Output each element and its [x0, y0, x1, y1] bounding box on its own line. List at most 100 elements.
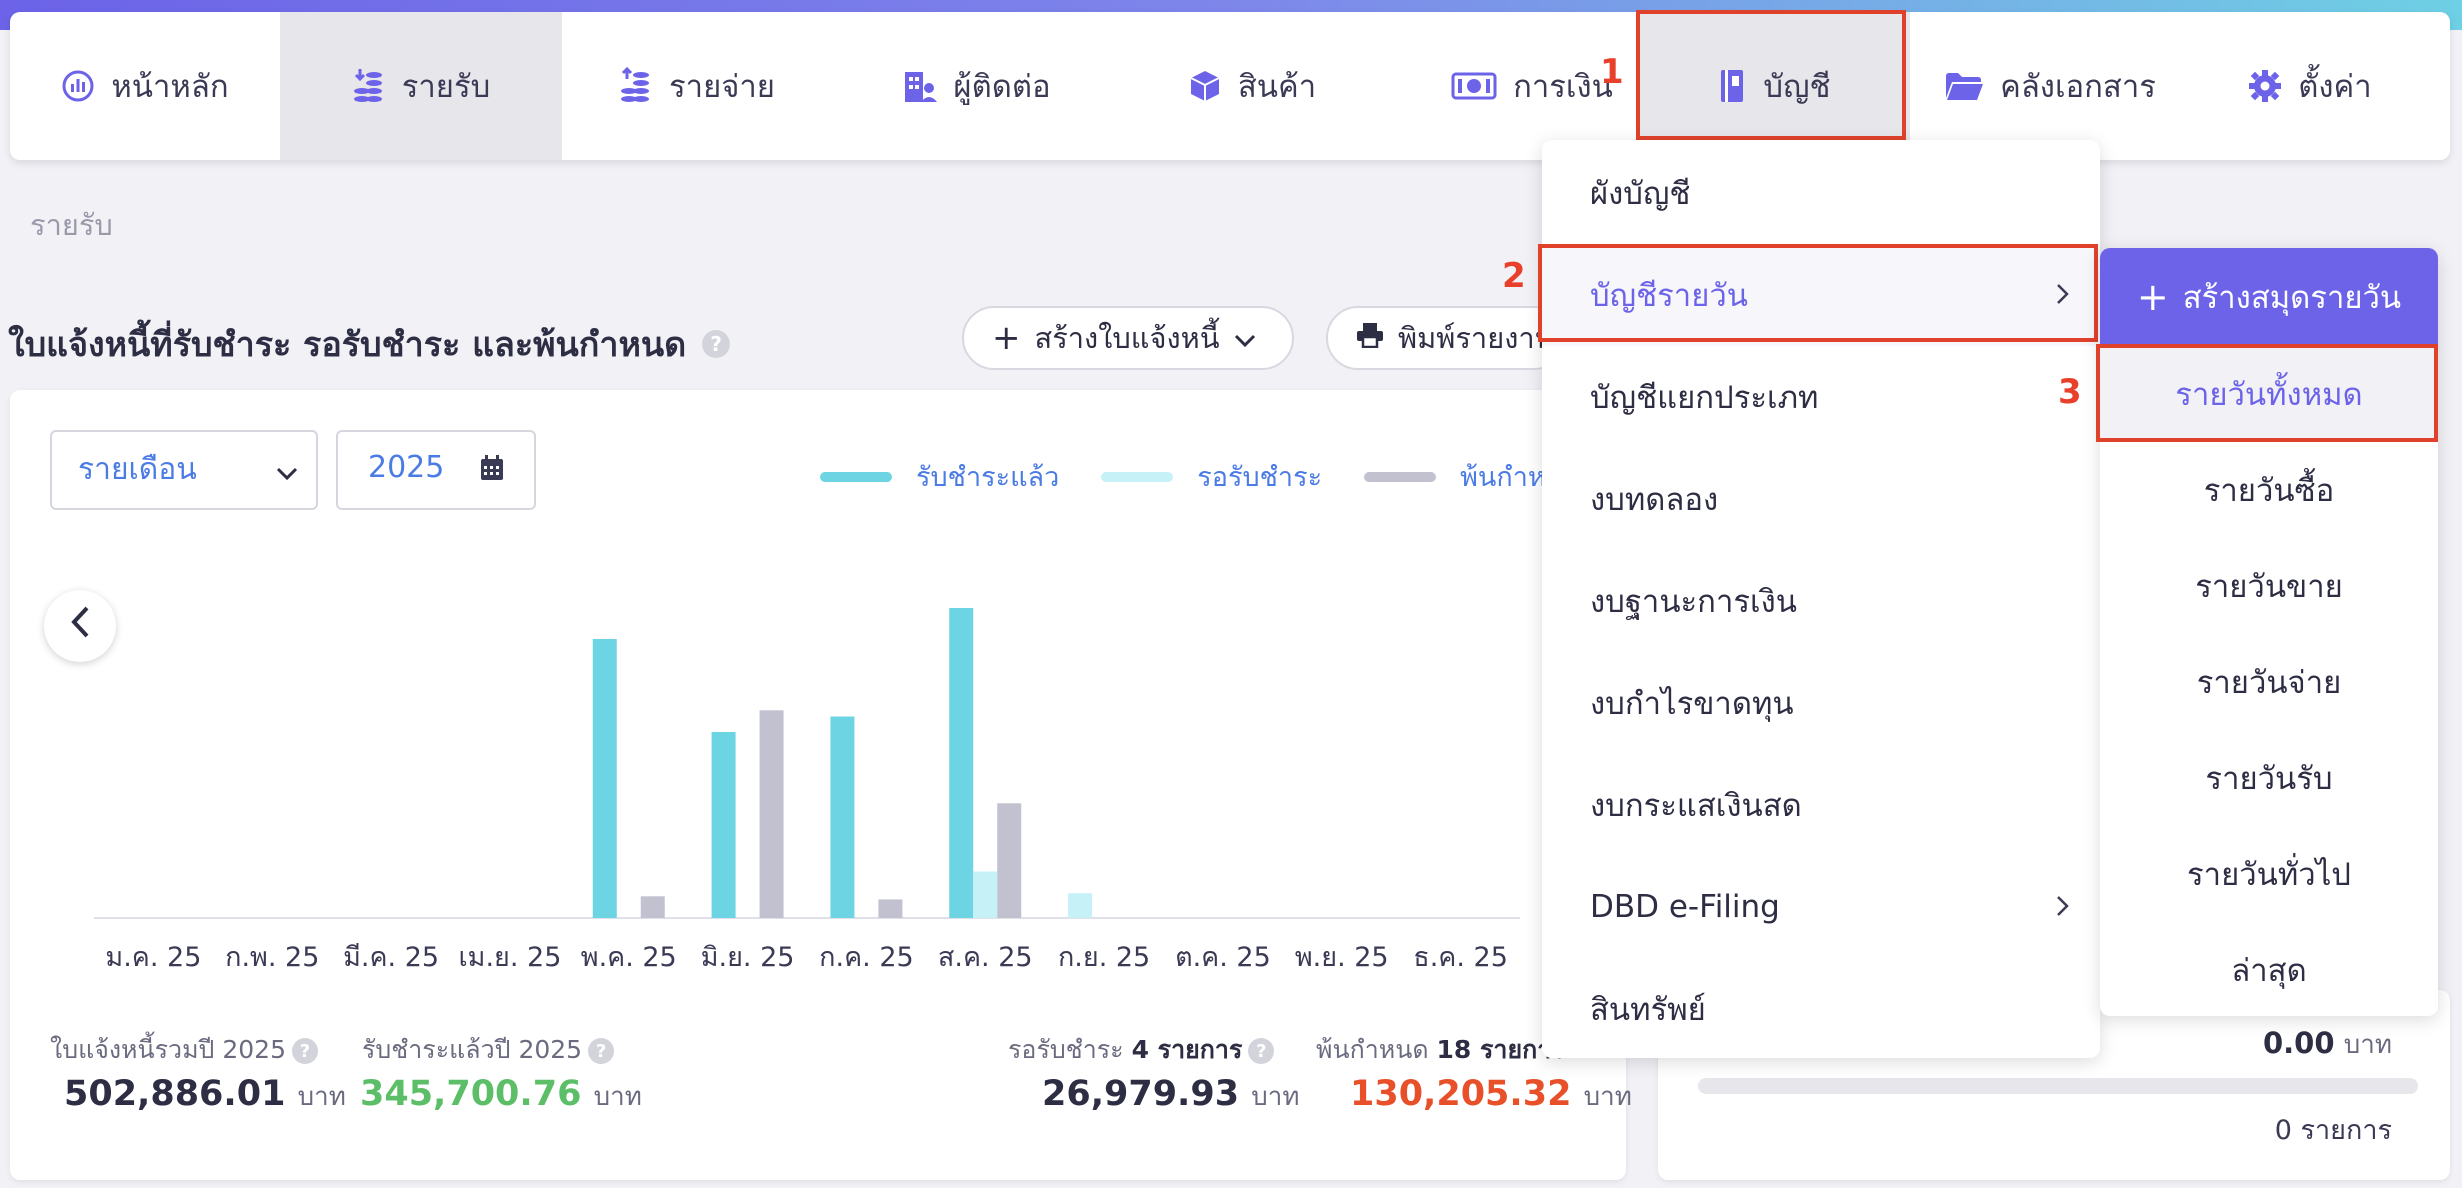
- create-invoice-button[interactable]: + สร้างใบแจ้งหนี้: [962, 306, 1294, 370]
- period-select[interactable]: รายเดือน: [50, 430, 318, 510]
- annotation-marker-1: 1: [1600, 52, 1624, 92]
- legend-swatch-paid: [820, 471, 892, 482]
- stat-unit: บาท: [1583, 1082, 1632, 1112]
- submenu-item-sales-journal[interactable]: รายวันขาย: [2100, 538, 2438, 634]
- right-summary-unit: บาท: [2343, 1030, 2392, 1060]
- stat-unit: บาท: [297, 1082, 346, 1112]
- bar-overdue[interactable]: [640, 896, 665, 918]
- chevron-down-icon: [276, 458, 298, 488]
- menu-item-label: งบกระแสเงินสด: [1590, 788, 1802, 824]
- x-tick-label: ต.ค. 25: [1175, 942, 1271, 973]
- bar-paid[interactable]: [949, 608, 974, 918]
- nav-expense[interactable]: รายจ่าย: [562, 12, 832, 160]
- folder-icon: [1944, 70, 1984, 102]
- print-report-button[interactable]: พิมพ์รายงาน: [1326, 306, 1566, 370]
- right-summary-progress: [1698, 1078, 2418, 1094]
- x-tick-label: ธ.ค. 25: [1413, 942, 1508, 973]
- year-picker[interactable]: 2025: [336, 430, 536, 510]
- submenu-item-receipt-journal[interactable]: รายวันรับ: [2100, 730, 2438, 826]
- stat-overdue-value: 130,205.32 บาท: [1350, 1074, 1632, 1117]
- submenu-item-recent[interactable]: ล่าสุด: [2100, 922, 2438, 1016]
- nav-home-label: หน้าหลัก: [111, 69, 229, 105]
- menu-item-balance-sheet[interactable]: งบฐานะการเงิน: [1542, 550, 2100, 652]
- nav-expense-label: รายจ่าย: [669, 69, 775, 105]
- nav-account-label: บัญชี: [1763, 69, 1831, 105]
- stat-overdue-amount: 130,205.32: [1350, 1074, 1572, 1114]
- bar-overdue[interactable]: [997, 803, 1022, 918]
- chevron-down-icon: [1234, 321, 1256, 355]
- menu-item-label: บัญชีแยกประเภท: [1590, 380, 1819, 416]
- bar-pending[interactable]: [1068, 893, 1093, 918]
- plus-icon: +: [2136, 275, 2169, 319]
- submenu-item-label: รายวันขาย: [2195, 569, 2343, 605]
- submenu-item-all-journals[interactable]: รายวันทั้งหมด: [2100, 346, 2438, 442]
- right-summary-amount-value: 0.00: [2262, 1026, 2335, 1060]
- help-icon[interactable]: ?: [702, 330, 731, 358]
- bar-overdue[interactable]: [759, 710, 784, 918]
- create-journal-button[interactable]: + สร้างสมุดรายวัน: [2100, 248, 2438, 346]
- legend-pending: รอรับชำระ: [1197, 462, 1323, 493]
- menu-item-dbd-efiling[interactable]: DBD e-Filing: [1542, 856, 2100, 958]
- legend-swatch-overdue: [1364, 471, 1437, 482]
- income-coins-icon: [352, 67, 386, 105]
- annotation-marker-2: 2: [1502, 256, 1526, 296]
- nav-contacts[interactable]: ผู้ติดต่อ: [832, 12, 1122, 160]
- menu-item-label: งบกำไรขาดทุน: [1590, 686, 1794, 722]
- menu-item-assets[interactable]: สินทรัพย์: [1542, 958, 2100, 1060]
- stat-paid-text: รับชำระแล้วปี 2025: [362, 1035, 583, 1064]
- ledger-book-icon: [1717, 68, 1747, 104]
- stat-invoices-total-text: ใบแจ้งหนี้รวมปี 2025: [50, 1035, 286, 1064]
- nav-account[interactable]: บัญชี: [1638, 12, 1910, 160]
- bar-paid[interactable]: [711, 732, 736, 918]
- submenu-item-label: รายวันทั่วไป: [2187, 857, 2351, 893]
- x-tick-label: ก.พ. 25: [225, 942, 319, 973]
- bar-overdue[interactable]: [878, 899, 903, 918]
- annotation-marker-3: 3: [2058, 372, 2082, 412]
- nav-documents[interactable]: คลังเอกสาร: [1920, 12, 2180, 160]
- x-tick-label: พ.ค. 25: [581, 942, 677, 973]
- stat-overdue-text: พ้นกำหนด: [1316, 1035, 1429, 1064]
- bar-paid[interactable]: [830, 716, 855, 919]
- menu-item-label: สินทรัพย์: [1590, 992, 1706, 1028]
- submenu-item-payment-journal[interactable]: รายวันจ่าย: [2100, 634, 2438, 730]
- submenu-item-purchase-journal[interactable]: รายวันซื้อ: [2100, 442, 2438, 538]
- page-title: ใบแจ้งหนี้ที่รับชำระ รอรับชำระ และพ้นกำห…: [8, 317, 731, 371]
- print-report-label: พิมพ์รายงาน: [1398, 321, 1555, 355]
- bar-pending[interactable]: [973, 871, 998, 919]
- calendar-icon: [480, 454, 504, 480]
- income-bar-chart: ม.ค. 25 ก.พ. 25 มี.ค. 25 เม.ย. 25 พ.ค. 25 มิ.…: [94, 608, 1520, 973]
- nav-products[interactable]: สินค้า: [1122, 12, 1382, 160]
- nav-documents-label: คลังเอกสาร: [2000, 69, 2156, 105]
- help-icon[interactable]: ?: [292, 1038, 318, 1064]
- x-tick-label: ก.ย. 25: [1058, 942, 1150, 973]
- nav-income-label: รายรับ: [401, 69, 491, 105]
- stat-pending-label: รอรับชำระ 4 รายการ?: [1008, 1030, 1275, 1070]
- bar-paid[interactable]: [592, 639, 617, 918]
- year-picker-value: 2025: [368, 450, 445, 485]
- x-tick-label: พ.ย. 25: [1295, 942, 1389, 973]
- menu-item-cash-flow[interactable]: งบกระแสเงินสด: [1542, 754, 2100, 856]
- nav-income[interactable]: รายรับ: [280, 12, 562, 160]
- stat-invoices-total-amount: 502,886.01: [64, 1074, 286, 1114]
- x-tick-label: ก.ค. 25: [819, 942, 914, 973]
- stat-pending-count: 4 รายการ: [1131, 1035, 1243, 1064]
- nav-settings-label: ตั้งค่า: [2298, 69, 2372, 105]
- journal-submenu: + สร้างสมุดรายวัน รายวันทั้งหมด รายวันซื…: [2100, 248, 2438, 1016]
- menu-item-general-ledger[interactable]: บัญชีแยกประเภท: [1542, 346, 2100, 448]
- nav-settings[interactable]: ตั้งค่า: [2180, 12, 2440, 160]
- breadcrumb: รายรับ: [30, 208, 113, 242]
- menu-item-profit-loss[interactable]: งบกำไรขาดทุน: [1542, 652, 2100, 754]
- menu-item-chart-of-accounts[interactable]: ผังบัญชี: [1542, 142, 2100, 244]
- nav-finance[interactable]: การเงิน: [1382, 12, 1682, 160]
- chevron-right-icon: [2056, 278, 2070, 313]
- menu-item-journal[interactable]: บัญชีรายวัน: [1542, 244, 2100, 346]
- help-icon[interactable]: ?: [588, 1038, 615, 1064]
- help-icon[interactable]: ?: [1248, 1038, 1275, 1064]
- stat-pending-value: 26,979.93 บาท: [1042, 1074, 1300, 1117]
- submenu-item-general-journal[interactable]: รายวันทั่วไป: [2100, 826, 2438, 922]
- submenu-item-label: รายวันจ่าย: [2196, 665, 2342, 701]
- nav-home[interactable]: หน้าหลัก: [10, 12, 280, 160]
- contacts-building-icon: [903, 68, 938, 104]
- menu-item-trial-balance[interactable]: งบทดลอง: [1542, 448, 2100, 550]
- stat-pending-amount: 26,979.93: [1042, 1074, 1240, 1114]
